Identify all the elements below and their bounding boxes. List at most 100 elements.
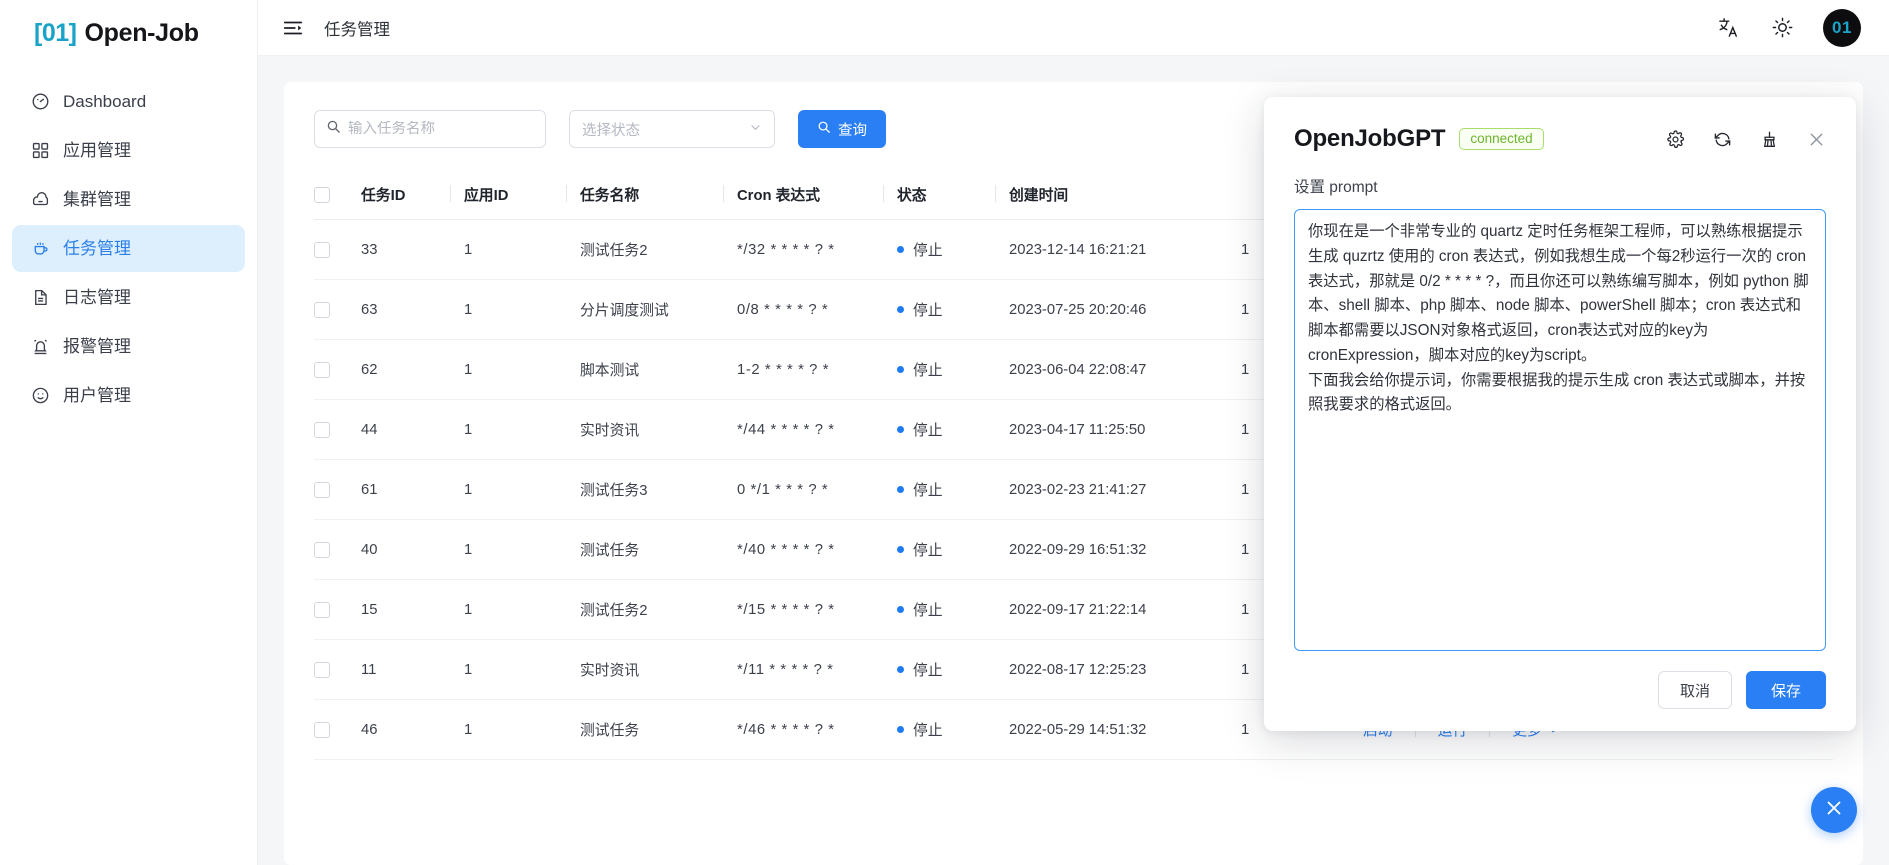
cell-status: 停止 (897, 579, 1009, 640)
sidebar-item-users[interactable]: 用户管理 (12, 372, 245, 419)
cron-text: 0 */1 * * * ? * (737, 481, 829, 498)
save-button[interactable]: 保存 (1745, 671, 1826, 709)
row-checkbox[interactable] (314, 481, 330, 498)
cancel-button[interactable]: 取消 (1657, 671, 1732, 709)
cell-created-time: 2022-09-29 16:51:32 (1009, 519, 1241, 580)
cron-text: 1-2 * * * * ? * (737, 361, 830, 378)
cell-app-id: 1 (464, 339, 580, 400)
gear-icon[interactable] (1666, 129, 1685, 149)
status-label: 停止 (913, 543, 943, 559)
column-header-job-name[interactable]: 任务名称 (566, 172, 737, 220)
cell-app-id: 1 (464, 219, 580, 280)
row-checkbox[interactable] (314, 361, 330, 378)
row-select-cell (314, 399, 361, 460)
cell-app-id: 1 (464, 399, 580, 460)
sidebar-item-cluster[interactable]: 集群管理 (12, 176, 245, 223)
search-icon (326, 119, 341, 139)
brand-logo[interactable]: [01] Open-Job (0, 0, 257, 66)
cell-cron: */15 * * * * ? * (737, 579, 897, 640)
sidebar-item-logs[interactable]: 日志管理 (12, 274, 245, 321)
brand-name: Open-Job (84, 18, 199, 47)
status-dot (897, 726, 904, 733)
cell-job-name: 测试任务2 (580, 579, 737, 640)
status-dot (897, 546, 904, 553)
status-select-value: 选择状态 (582, 122, 640, 139)
broom-icon[interactable] (1760, 130, 1779, 149)
cell-job-name: 实时资讯 (580, 399, 737, 460)
row-select-cell (314, 339, 361, 400)
cell-job-id: 46 (361, 699, 464, 760)
cell-job-id: 62 (361, 339, 464, 400)
row-checkbox[interactable] (314, 421, 330, 438)
row-checkbox[interactable] (314, 601, 330, 618)
cell-job-name: 分片调度测试 (580, 279, 737, 340)
column-header-job-id[interactable]: 任务ID (361, 172, 464, 220)
status-label: 停止 (913, 363, 943, 379)
collapse-menu-icon[interactable] (280, 15, 306, 41)
cell-app-id: 1 (464, 699, 580, 760)
status-label: 停止 (913, 303, 943, 319)
cell-cron: 0/8 * * * * ? * (737, 279, 897, 340)
breadcrumb: 任务管理 (324, 20, 390, 39)
sidebar-nav: Dashboard 应用管理 集群管理 任务管理 日志管理 报警管理 用户管理 (0, 78, 257, 419)
cell-cron: */32 * * * * ? * (737, 219, 897, 280)
cell-job-id: 63 (361, 279, 464, 340)
cell-app-id: 1 (464, 279, 580, 340)
cell-status: 停止 (897, 699, 1009, 760)
status-badge: connected (1459, 127, 1544, 151)
cell-status: 停止 (897, 339, 1009, 400)
cell-app-id: 1 (464, 459, 580, 520)
cell-cron: */46 * * * * ? * (737, 699, 897, 760)
column-header-cron[interactable]: Cron 表达式 (723, 172, 897, 220)
query-button[interactable]: 查询 (798, 110, 886, 148)
row-checkbox[interactable] (314, 721, 330, 738)
row-checkbox[interactable] (314, 301, 330, 318)
close-icon[interactable] (1807, 130, 1826, 149)
search-input-wrapper[interactable] (314, 110, 546, 148)
openjobgpt-dialog: OpenJobGPT connected 设置 prompt 你现在是一个非常专… (1264, 97, 1856, 731)
cell-created-time: 2022-05-29 14:51:32 (1009, 699, 1241, 760)
query-button-label: 查询 (838, 122, 867, 139)
chat-close-fab[interactable] (1811, 787, 1857, 833)
status-dot (897, 426, 904, 433)
column-header-app-id[interactable]: 应用ID (450, 172, 580, 220)
refresh-icon[interactable] (1713, 130, 1732, 149)
cell-cron: */44 * * * * ? * (737, 399, 897, 460)
status-label: 停止 (913, 423, 943, 439)
select-all-checkbox[interactable] (314, 186, 330, 203)
cron-text: */15 * * * * ? * (737, 601, 835, 618)
cell-job-name: 脚本测试 (580, 339, 737, 400)
cell-job-id: 33 (361, 219, 464, 280)
row-checkbox[interactable] (314, 661, 330, 678)
status-select[interactable]: 选择状态 (569, 110, 775, 148)
row-checkbox[interactable] (314, 541, 330, 558)
cell-created-time: 2022-09-17 21:22:14 (1009, 579, 1241, 640)
translate-icon[interactable] (1715, 15, 1741, 41)
column-header-created[interactable]: 创建时间 (995, 172, 1241, 220)
column-header-status[interactable]: 状态 (883, 172, 1009, 220)
dialog-subtitle: 设置 prompt (1294, 179, 1378, 196)
sun-icon[interactable] (1769, 15, 1795, 41)
apps-icon (31, 141, 50, 160)
cron-text: */46 * * * * ? * (737, 721, 835, 738)
sidebar-item-jobs[interactable]: 任务管理 (12, 225, 245, 272)
row-checkbox[interactable] (314, 241, 330, 258)
log-icon (31, 288, 50, 307)
sidebar-item-dashboard[interactable]: Dashboard (12, 78, 245, 125)
cell-status: 停止 (897, 459, 1009, 520)
status-dot (897, 306, 904, 313)
cell-job-id: 40 (361, 519, 464, 580)
row-select-cell (314, 459, 361, 520)
row-select-cell (314, 579, 361, 640)
cron-text: 0/8 * * * * ? * (737, 301, 829, 318)
row-select-cell (314, 219, 361, 280)
search-input[interactable] (348, 121, 534, 137)
avatar[interactable]: 01 (1823, 8, 1861, 47)
cell-job-name: 测试任务 (580, 519, 737, 580)
status-label: 停止 (913, 663, 943, 679)
close-icon (1823, 797, 1845, 824)
sidebar-item-alarms[interactable]: 报警管理 (12, 323, 245, 370)
sidebar-item-apps[interactable]: 应用管理 (12, 127, 245, 174)
cluster-icon (31, 190, 50, 209)
prompt-textarea[interactable]: 你现在是一个非常专业的 quartz 定时任务框架工程师，可以熟练根据提示生成 … (1294, 209, 1826, 651)
